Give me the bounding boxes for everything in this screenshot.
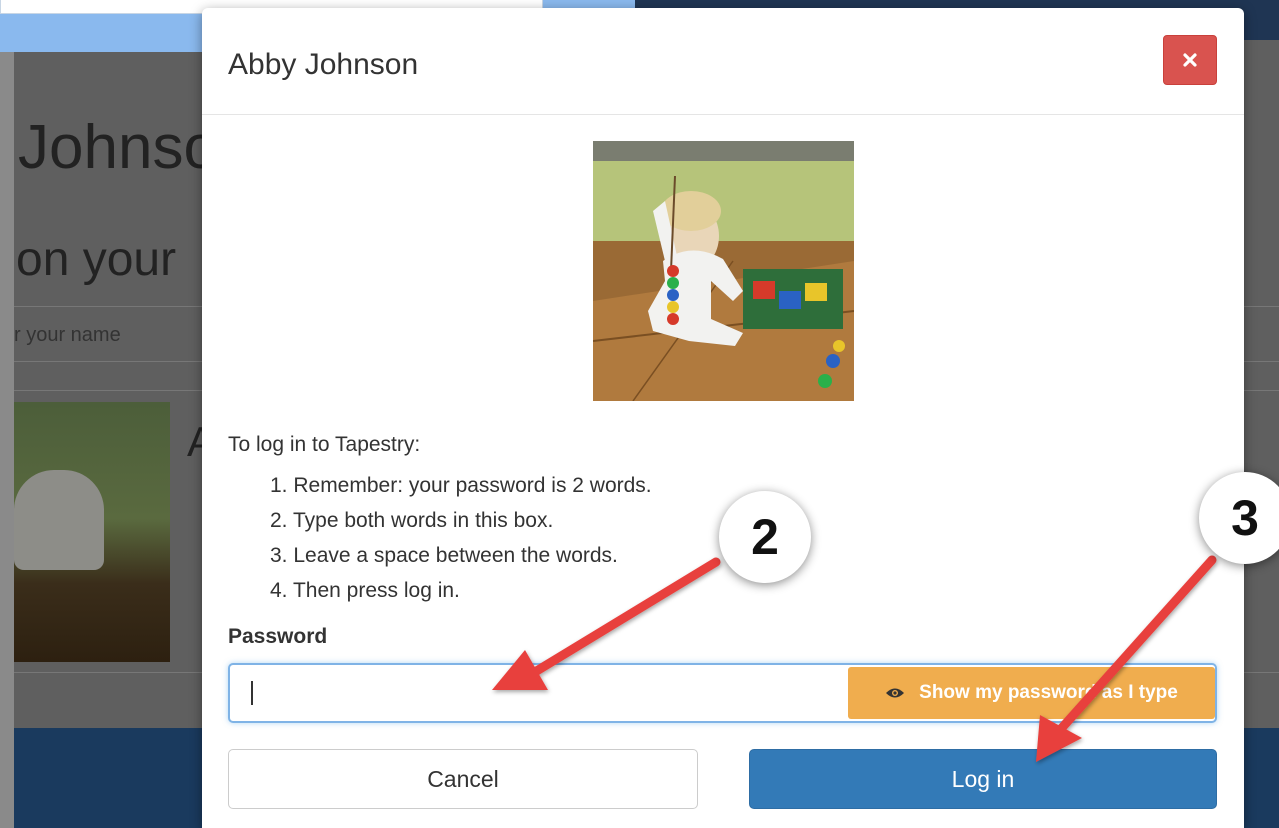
modal-header: Abby Johnson bbox=[202, 8, 1244, 115]
close-icon bbox=[1183, 53, 1197, 67]
show-password-button[interactable]: Show my password as I type bbox=[848, 667, 1215, 719]
login-button[interactable]: Log in bbox=[749, 749, 1217, 809]
child-photo bbox=[593, 141, 854, 401]
background-edge bbox=[0, 40, 14, 828]
step-badge-2: 2 bbox=[719, 491, 811, 583]
modal-title: Abby Johnson bbox=[228, 48, 419, 81]
password-input-group: Show my password as I type bbox=[228, 663, 1217, 723]
login-modal: Abby Johnson To log in to Tapestry: 1. R… bbox=[202, 8, 1244, 828]
login-step: 2. Type both words in this box. bbox=[270, 509, 554, 532]
show-password-label: Show my password as I type bbox=[919, 682, 1178, 703]
text-caret bbox=[251, 681, 253, 705]
close-button[interactable] bbox=[1163, 35, 1217, 85]
eye-icon bbox=[886, 688, 905, 698]
login-step: 4. Then press log in. bbox=[270, 579, 460, 602]
login-instructions-intro: To log in to Tapestry: bbox=[228, 433, 421, 456]
cancel-button[interactable]: Cancel bbox=[228, 749, 698, 809]
background-child-figure bbox=[14, 470, 104, 570]
login-step: 1. Remember: your password is 2 words. bbox=[270, 474, 652, 497]
background-subheading: on your bbox=[16, 233, 177, 286]
background-input-placeholder: r your name bbox=[14, 324, 121, 346]
login-steps: 1. Remember: your password is 2 words. 2… bbox=[270, 468, 652, 608]
login-step: 3. Leave a space between the words. bbox=[270, 544, 618, 567]
password-label: Password bbox=[228, 625, 328, 648]
password-input[interactable] bbox=[230, 665, 846, 721]
background-heading: Johnso bbox=[18, 113, 218, 182]
